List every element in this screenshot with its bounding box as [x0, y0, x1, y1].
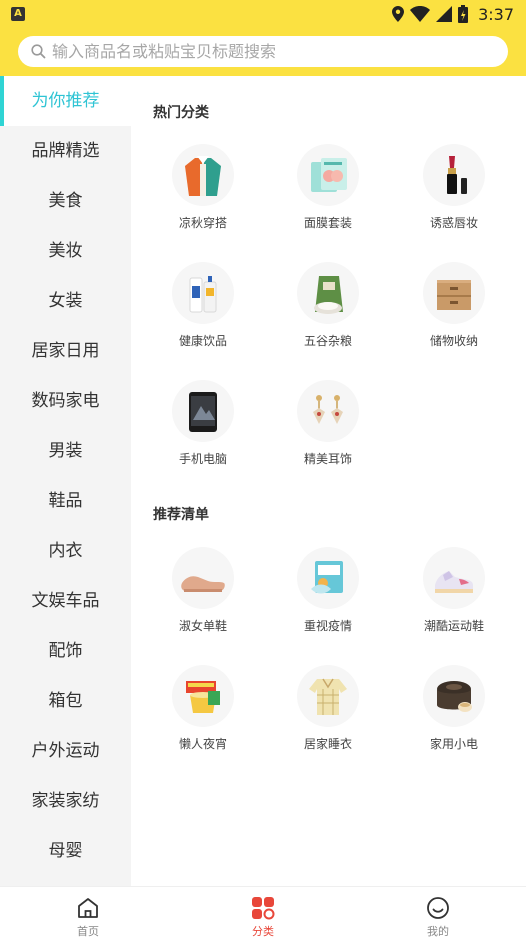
category-label: 潮酷运动鞋 — [423, 619, 484, 633]
sidebar-item-accessories[interactable]: 配饰 — [0, 626, 131, 676]
sidebar-item-baby[interactable]: 母婴 — [0, 826, 131, 876]
category-item[interactable]: 潮酷运动鞋 — [394, 547, 514, 634]
tab-profile[interactable]: 我的 — [378, 887, 498, 943]
category-item[interactable]: 精美耳饰 — [268, 380, 388, 467]
category-label: 家用小电 — [429, 737, 478, 751]
category-label: 诱惑唇妆 — [429, 216, 478, 230]
category-label: 懒人夜宵 — [178, 737, 227, 751]
category-label: 储物收纳 — [429, 334, 478, 348]
category-label: 重视疫情 — [303, 619, 352, 633]
header: A 3:37 — [0, 0, 526, 76]
signal-icon — [436, 6, 453, 22]
rice-bag-icon — [297, 262, 359, 324]
search-bar[interactable] — [18, 36, 508, 67]
category-item[interactable]: 淑女单鞋 — [143, 547, 263, 634]
pajamas-icon — [297, 665, 359, 727]
sidebar-item-home[interactable]: 居家日用 — [0, 326, 131, 376]
sneaker-icon — [423, 547, 485, 609]
category-item[interactable]: 储物收纳 — [394, 262, 514, 349]
hot-section-title: 热门分类 — [153, 105, 209, 121]
sidebar-item-men[interactable]: 男装 — [0, 426, 131, 476]
category-item[interactable]: 居家睡衣 — [268, 665, 388, 752]
sidebar-item-shoes[interactable]: 鞋品 — [0, 476, 131, 526]
face-mask-icon — [297, 144, 359, 206]
category-sidebar: 为你推荐 品牌精选 美食 美妆 女装 居家日用 数码家电 男装 鞋品 内衣 文娱… — [0, 76, 131, 886]
search-icon — [31, 44, 46, 59]
category-item[interactable]: 五谷杂粮 — [268, 262, 388, 349]
category-item[interactable]: 面膜套装 — [268, 144, 388, 231]
instant-food-icon — [172, 665, 234, 727]
app-notification-icon: A — [11, 7, 25, 21]
tab-label: 我的 — [427, 925, 449, 938]
category-item[interactable]: 手机电脑 — [143, 380, 263, 467]
sidebar-item-women[interactable]: 女装 — [0, 276, 131, 326]
category-label: 凉秋穿搭 — [178, 216, 227, 230]
earring-icon — [297, 380, 359, 442]
category-item[interactable]: 懒人夜宵 — [143, 665, 263, 752]
battery-icon — [458, 5, 469, 23]
tab-home[interactable]: 首页 — [28, 887, 148, 943]
category-item[interactable]: 家用小电 — [394, 665, 514, 752]
sidebar-item-bags[interactable]: 箱包 — [0, 676, 131, 726]
bottom-tab-bar: 首页 分类 我的 — [0, 886, 526, 943]
status-time: 3:37 — [478, 4, 514, 24]
mask-box-icon — [297, 547, 359, 609]
wifi-icon — [410, 6, 431, 22]
sidebar-item-makeup[interactable]: 美妆 — [0, 226, 131, 276]
category-label: 淑女单鞋 — [178, 619, 227, 633]
home-icon — [28, 896, 148, 920]
category-label: 健康饮品 — [178, 334, 227, 348]
flat-shoe-icon — [172, 547, 234, 609]
rice-cooker-icon — [423, 665, 485, 727]
tab-category[interactable]: 分类 — [203, 887, 323, 943]
storage-box-icon — [423, 262, 485, 324]
lipstick-icon — [423, 144, 485, 206]
sidebar-item-underwear[interactable]: 内衣 — [0, 526, 131, 576]
sidebar-item-entertainment[interactable]: 文娱车品 — [0, 576, 131, 626]
tab-label: 分类 — [252, 925, 274, 938]
category-item[interactable]: 凉秋穿搭 — [143, 144, 263, 231]
location-icon — [392, 6, 405, 22]
sidebar-item-digital[interactable]: 数码家电 — [0, 376, 131, 426]
tab-label: 首页 — [77, 925, 99, 938]
status-bar: A 3:37 — [0, 0, 526, 28]
sidebar-item-food[interactable]: 美食 — [0, 176, 131, 226]
category-label: 精美耳饰 — [303, 452, 352, 466]
category-label: 居家睡衣 — [303, 737, 352, 751]
phone-icon — [172, 380, 234, 442]
sidebar-item-furnishing[interactable]: 家装家纺 — [0, 776, 131, 826]
category-label: 面膜套装 — [303, 216, 352, 230]
category-item[interactable]: 健康饮品 — [143, 262, 263, 349]
sidebar-item-recommend[interactable]: 为你推荐 — [0, 76, 131, 126]
search-input[interactable] — [52, 42, 492, 61]
jacket-icon — [172, 144, 234, 206]
category-content: 热门分类 凉秋穿搭 面膜套装 诱惑唇妆 健康饮品 五谷杂粮 储物收纳 手机电脑 … — [131, 76, 526, 886]
drink-icon — [172, 262, 234, 324]
category-label: 五谷杂粮 — [303, 334, 352, 348]
sidebar-item-outdoor[interactable]: 户外运动 — [0, 726, 131, 776]
category-item[interactable]: 重视疫情 — [268, 547, 388, 634]
recommend-section-title: 推荐清单 — [153, 507, 209, 523]
sidebar-item-brand[interactable]: 品牌精选 — [0, 126, 131, 176]
status-icons: 3:37 — [392, 4, 514, 24]
category-item[interactable]: 诱惑唇妆 — [394, 144, 514, 231]
profile-icon — [378, 896, 498, 920]
category-icon — [203, 896, 323, 920]
category-label: 手机电脑 — [178, 452, 227, 466]
